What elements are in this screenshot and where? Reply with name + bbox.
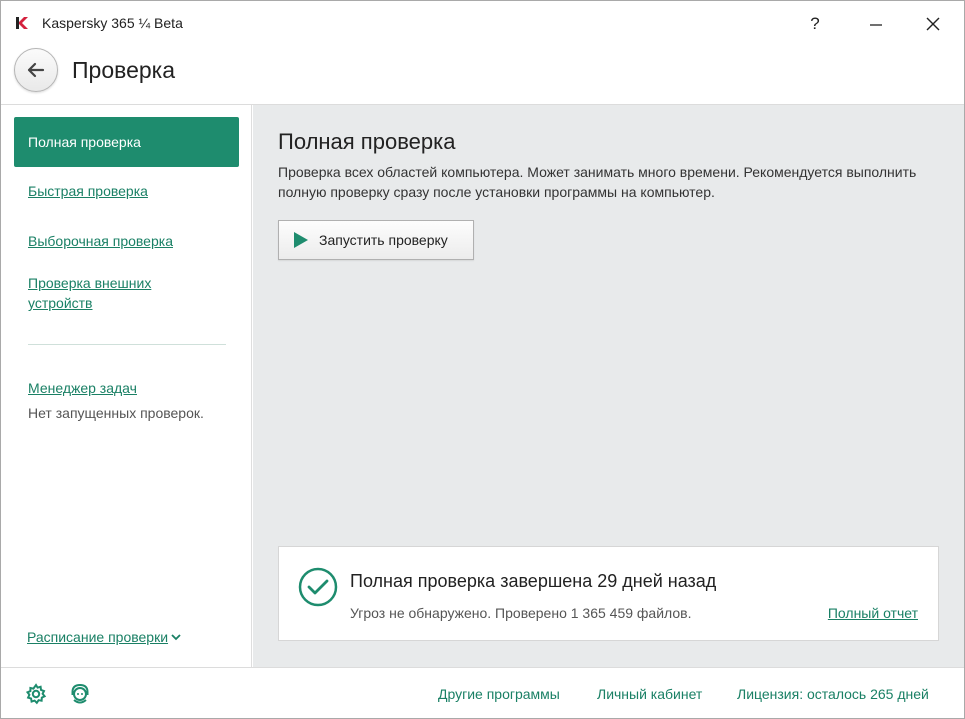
minimize-icon [870, 24, 882, 26]
back-arrow-icon [27, 62, 45, 78]
close-icon [926, 17, 940, 31]
account-link[interactable]: Личный кабинет [597, 686, 702, 702]
minimize-button[interactable] [856, 7, 896, 41]
close-button[interactable] [913, 7, 953, 41]
title-bar: Kaspersky 365 ¼ Beta ? [1, 1, 964, 45]
task-manager-status: Нет запущенных проверок. [28, 405, 204, 421]
window-title: Kaspersky 365 ¼ Beta [42, 15, 183, 31]
play-icon [294, 232, 308, 248]
gear-icon[interactable] [25, 683, 47, 705]
main-panel: Полная проверка Проверка всех областей к… [253, 105, 964, 667]
sidebar-item-full-scan[interactable]: Полная проверка [14, 117, 239, 167]
kaspersky-logo-icon [16, 17, 28, 29]
sidebar-item-external-devices[interactable]: Проверка внешних устройств [28, 273, 151, 313]
check-circle-icon [298, 567, 338, 607]
scan-result-card: Полная проверка завершена 29 дней назад … [278, 546, 939, 641]
app-window: Kaspersky 365 ¼ Beta ? Проверка Полная п… [0, 0, 965, 719]
sidebar-item-quick-scan[interactable]: Быстрая проверка [28, 181, 148, 201]
task-manager-link[interactable]: Менеджер задач [28, 378, 137, 398]
schedule-link[interactable]: Расписание проверки [27, 629, 182, 645]
sidebar-item-label-line2: устройств [28, 295, 93, 311]
other-programs-link[interactable]: Другие программы [438, 686, 560, 702]
sidebar-item-label-line1: Проверка внешних [28, 275, 152, 291]
back-button[interactable] [14, 48, 58, 92]
run-scan-label: Запустить проверку [319, 232, 448, 248]
license-link[interactable]: Лицензия: осталось 265 дней [737, 686, 929, 702]
run-scan-button[interactable]: Запустить проверку [278, 220, 474, 260]
support-icon[interactable] [69, 683, 91, 705]
schedule-label: Расписание проверки [27, 629, 169, 645]
help-button[interactable]: ? [795, 7, 835, 41]
full-report-link[interactable]: Полный отчет [828, 605, 918, 621]
footer: Другие программы Личный кабинет Лицензия… [1, 667, 964, 718]
chevron-down-icon [171, 634, 181, 641]
result-subtitle: Угроз не обнаружено. Проверено 1 365 459… [350, 605, 692, 621]
page-title: Проверка [72, 57, 176, 83]
sidebar-divider [28, 344, 226, 345]
result-title: Полная проверка завершена 29 дней назад [350, 571, 717, 591]
section-title: Полная проверка [278, 129, 456, 154]
section-description: Проверка всех областей компьютера. Может… [278, 164, 917, 200]
sidebar-item-custom-scan[interactable]: Выборочная проверка [28, 231, 173, 251]
sidebar: Полная проверка Быстрая проверка Выбороч… [1, 105, 252, 667]
